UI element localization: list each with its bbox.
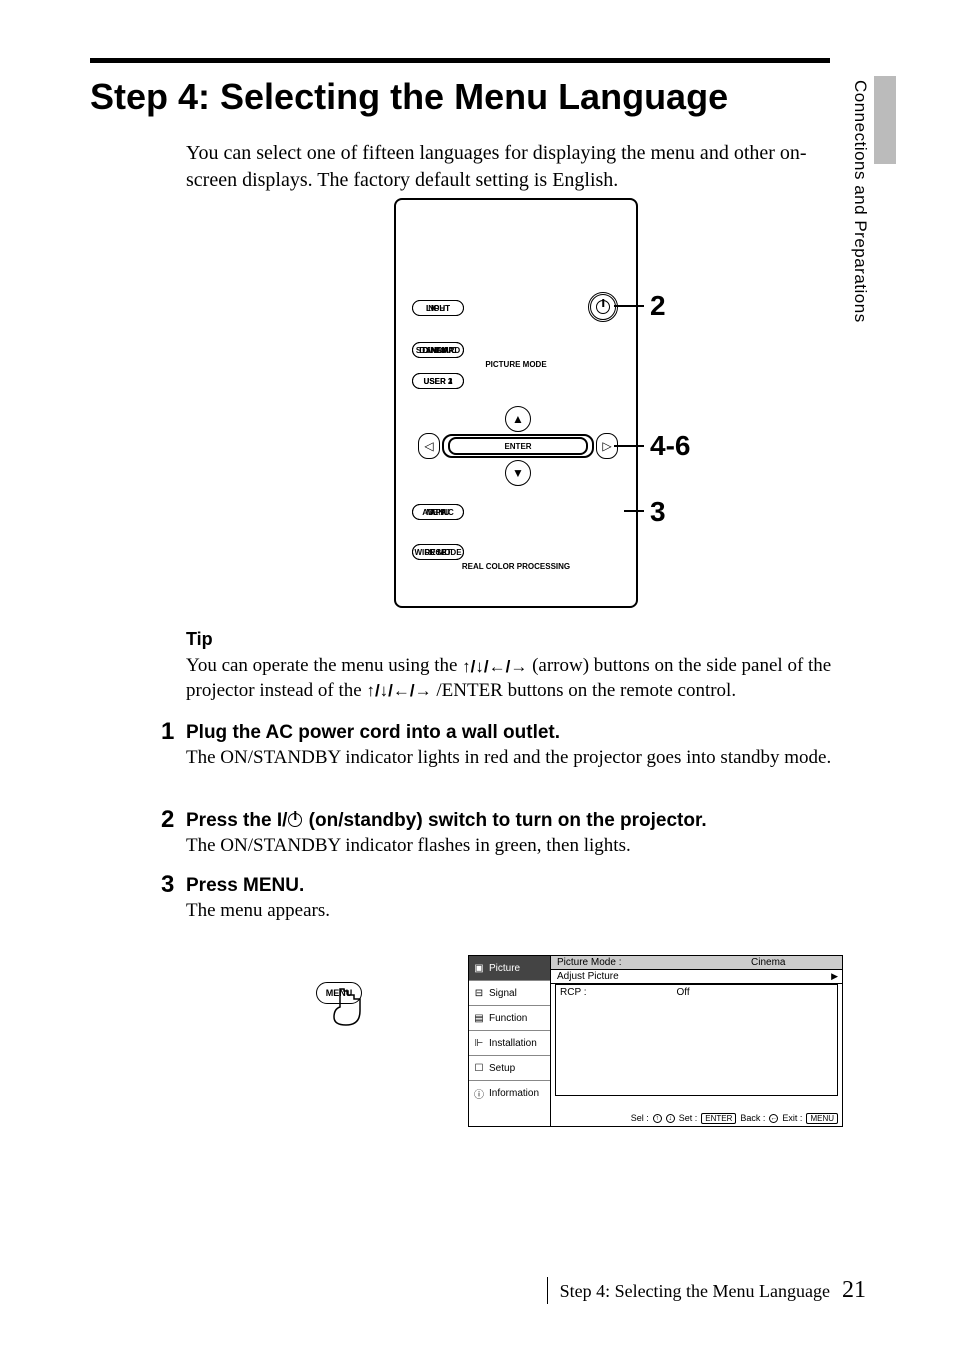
callout-3: 3 [650, 496, 666, 528]
tip-pre: You can operate the menu using the [186, 655, 462, 676]
osd-tab-setup: ☐ Setup [469, 1056, 550, 1081]
dpad: ▲ ◁ ENTER ▷ ▼ [418, 400, 618, 490]
osd-menu: ▣ Picture ⊟ Signal ▤ Function ⊩ Installation… [468, 955, 843, 1127]
press-menu-figure: MENU [316, 982, 376, 1004]
step-2-number: 2 [161, 806, 174, 834]
osd-body: RCP : Off [555, 984, 838, 1096]
power-icon-inline [288, 813, 302, 827]
page-title: Step 4: Selecting the Menu Language [90, 76, 728, 118]
callout-line-46 [614, 445, 644, 447]
user3-button: USER 3 [412, 373, 464, 389]
intro-paragraph: You can select one of fifteen languages … [186, 140, 836, 194]
function-icon: ▤ [473, 1013, 485, 1024]
info-icon: ⓘ [473, 1086, 485, 1101]
page-side-tab [874, 76, 896, 164]
arrow-glyphs-2: ↑/↓/←/→ [366, 680, 431, 702]
step-1-body: The ON/STANDBY indicator lights in red a… [186, 746, 836, 771]
tip-heading: Tip [186, 629, 213, 650]
enter-button: ENTER [448, 437, 588, 455]
callout-2: 2 [650, 290, 666, 322]
chevron-down-icon: ▼ [512, 466, 524, 480]
osd-tab-installation-label: Installation [489, 1038, 537, 1049]
callout-line-2 [614, 305, 644, 307]
osd-rcp-label: RCP : [560, 987, 587, 998]
installation-icon: ⊩ [473, 1038, 485, 1049]
step-1-number: 1 [161, 718, 174, 746]
triangle-right-icon: ▶ [831, 971, 838, 982]
osd-tab-installation: ⊩ Installation [469, 1031, 550, 1056]
osd-picmode-label: Picture Mode : [557, 957, 621, 968]
enter-keycap: ENTER [701, 1113, 736, 1124]
osd-tab-setup-label: Setup [489, 1063, 515, 1074]
setup-icon: ☐ [473, 1063, 485, 1074]
osd-tab-signal-label: Signal [489, 988, 517, 999]
osd-picmode-value: Cinema [751, 957, 785, 968]
step-2-title-post: (on/standby) switch to turn on the proje… [303, 810, 706, 831]
power-button [588, 292, 618, 322]
osd-sidebar: ▣ Picture ⊟ Signal ▤ Function ⊩ Installation… [469, 956, 551, 1126]
step-1: 1 Plug the AC power cord into a wall out… [186, 722, 836, 771]
signal-icon: ⊟ [473, 988, 485, 999]
section-label: Connections and Preparations [850, 80, 870, 323]
left-keycap-icon: ← [769, 1114, 778, 1123]
step-2-body: The ON/STANDBY indicator flashes in gree… [186, 834, 836, 859]
chevron-right-icon: ▷ [602, 439, 611, 453]
osd-tab-information: ⓘ Information [469, 1081, 550, 1106]
osd-foot-exit: Exit : [782, 1113, 802, 1123]
picture-icon: ▣ [473, 963, 485, 974]
osd-rcp-row: RCP : Off [556, 985, 837, 1000]
osd-foot-set: Set : [679, 1113, 698, 1123]
top-rule [90, 58, 830, 63]
osd-tab-picture-label: Picture [489, 963, 520, 974]
osd-footer: Sel : ↑ ↓ Set :ENTER Back : ← Exit : MENU [551, 1110, 842, 1126]
step-3-body: The menu appears. [186, 899, 836, 924]
step-3-number: 3 [161, 871, 174, 899]
osd-rcp-value: Off [677, 987, 690, 998]
rcp-caption: REAL COLOR PROCESSING [396, 562, 636, 571]
up-keycap-icon: ↑ [653, 1114, 662, 1123]
osd-adjust-picture: Adjust Picture ▶ [551, 970, 842, 984]
step-3-title: Press MENU. [186, 875, 304, 896]
step-3: 3 Press MENU. The menu appears. [186, 875, 836, 924]
chevron-up-icon: ▲ [512, 412, 524, 426]
osd-foot-sel: Sel : [631, 1113, 649, 1123]
hand-icon [330, 987, 368, 1027]
osd-tab-function: ▤ Function [469, 1006, 550, 1031]
osd-foot-back: Back : [740, 1113, 765, 1123]
osd-tab-function-label: Function [489, 1013, 527, 1024]
osd-tab-information-label: Information [489, 1088, 539, 1099]
osd-adjust-picture-label: Adjust Picture [557, 971, 619, 982]
page-footer: Step 4: Selecting the Menu Language 21 [547, 1277, 866, 1304]
picture-mode-caption: PICTURE MODE [396, 360, 636, 369]
tip-paragraph: You can operate the menu using the ↑/↓/←… [186, 654, 836, 703]
reset-button: RESET [412, 544, 464, 560]
dpad-down: ▼ [505, 460, 531, 486]
osd-header-row: Picture Mode : Cinema [551, 956, 842, 970]
menu-button: MENU [412, 504, 464, 520]
step-2-title: Press the I/ (on/standby) switch to turn… [186, 810, 707, 831]
footer-label: Step 4: Selecting the Menu Language [560, 1281, 830, 1302]
chevron-left-icon: ◁ [424, 439, 433, 453]
callout-line-3 [624, 510, 644, 512]
down-keycap-icon: ↓ [666, 1114, 675, 1123]
osd-tab-picture: ▣ Picture [469, 956, 550, 981]
dpad-left: ◁ [418, 433, 440, 459]
callout-4-6: 4-6 [650, 430, 690, 462]
step-2-title-pre: Press the [186, 810, 277, 831]
dpad-up: ▲ [505, 406, 531, 432]
cinema-button: CINEMA [412, 342, 464, 358]
step-2: 2 Press the I/ (on/standby) switch to tu… [186, 810, 836, 859]
power-icon [596, 300, 610, 314]
arrow-glyphs: ↑/↓/←/→ [462, 656, 527, 678]
remote-figure: LIGHT INPUT DYNAMIC STANDARD CINEMA PICT… [394, 198, 638, 608]
input-button: INPUT [412, 300, 464, 316]
page-number: 21 [842, 1277, 866, 1304]
step-1-title: Plug the AC power cord into a wall outle… [186, 722, 560, 743]
osd-tab-signal: ⊟ Signal [469, 981, 550, 1006]
step-2-title-slash: / [282, 810, 287, 831]
tip-post: /ENTER buttons on the remote control. [436, 680, 736, 701]
menu-keycap: MENU [806, 1113, 838, 1124]
